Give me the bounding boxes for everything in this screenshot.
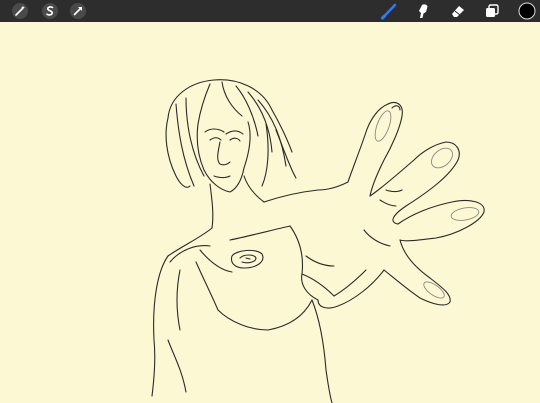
transform-arrow-icon[interactable] (69, 2, 87, 20)
layers-icon[interactable] (483, 2, 501, 20)
color-swatch[interactable] (518, 2, 536, 20)
smudge-icon[interactable] (414, 2, 432, 20)
drawing-canvas[interactable] (0, 22, 540, 403)
adjustments-wand-icon[interactable] (11, 2, 29, 20)
eraser-icon[interactable] (449, 2, 467, 20)
line-art-sketch (151, 79, 485, 403)
brush-icon[interactable] (380, 2, 398, 20)
selection-s-icon[interactable] (41, 2, 59, 20)
top-toolbar (0, 0, 540, 22)
